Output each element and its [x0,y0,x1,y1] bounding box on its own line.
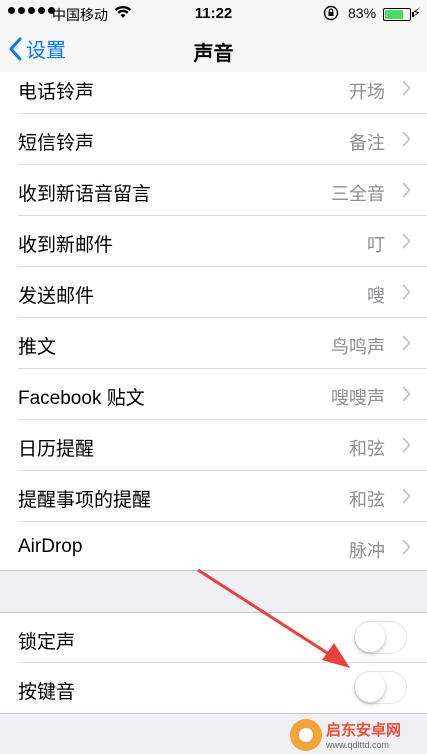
chevron-right-icon [402,284,411,300]
sound-row-value: 备注 [349,133,385,153]
sound-row-label: 电话铃声 [18,82,95,103]
toggle-row-label: 锁定声 [18,632,76,653]
sound-row[interactable]: AirDrop 脉冲 [0,522,427,573]
chevron-right-icon [402,335,411,351]
chevron-right-icon [402,539,411,555]
sound-row[interactable]: 日历提醒 和弦 [0,420,427,471]
sound-row-label: 日历提醒 [18,439,95,460]
toggle-knob [355,622,385,652]
charging-bolt-icon: ⚡ [412,5,422,20]
sound-list: 电话铃声 开场短信铃声 备注收到新语音留言 三全音收到新邮件 叮发送邮件 嗖推文 鸟鸣声 Fa… [0,72,427,571]
sound-row-label: 推文 [18,337,57,358]
sound-row[interactable]: 电话铃声 开场 [0,63,427,114]
chevron-right-icon [402,131,411,147]
chevron-right-icon [402,437,411,453]
sound-row[interactable]: Facebook 贴文 嗖嗖声 [0,369,427,420]
battery-percentage: 83% [348,5,377,21]
sound-row-value: 和弦 [349,439,385,459]
sound-row-label: 提醒事项的提醒 [18,490,152,511]
chevron-right-icon [402,488,411,504]
chevron-right-icon [402,233,411,249]
sound-row-value: 叮 [367,235,385,255]
sound-row-value: 开场 [349,82,385,102]
orientation-lock-icon [323,5,339,24]
sound-row[interactable]: 收到新语音留言 三全音 [0,165,427,216]
watermark-url: www.qdlttd.com [326,740,390,750]
watermark-logo-icon [290,718,322,751]
sound-row-value: 和弦 [349,490,385,510]
toggle-row-label: 按键音 [18,682,76,703]
chevron-right-icon [402,386,411,402]
watermark-name: 启东安卓网 [326,722,402,739]
toggle-knob [355,672,385,702]
status-bar: 中国移动 11:22 83% ⚡ [0,0,427,28]
sound-row-value: 嗖嗖声 [331,388,385,408]
sound-row-value: 三全音 [331,184,385,204]
chevron-right-icon [402,182,411,198]
sound-row-label: 收到新语音留言 [18,184,152,205]
sound-row-label: Facebook 贴文 [18,388,145,409]
sound-row[interactable]: 发送邮件 嗖 [0,267,427,318]
battery-icon [383,8,414,21]
toggle-row: 按键音 [0,663,427,713]
sound-row-label: 发送邮件 [18,286,95,307]
sound-row[interactable]: 推文 鸟鸣声 [0,318,427,369]
sound-row[interactable]: 收到新邮件 叮 [0,216,427,267]
sound-row[interactable]: 短信铃声 备注 [0,114,427,165]
page-title: 声音 [193,43,234,65]
sound-row[interactable]: 提醒事项的提醒 和弦 [0,471,427,522]
toggle-switch[interactable] [354,621,407,654]
sound-row-value: 鸟鸣声 [331,337,385,357]
toggle-row: 锁定声 [0,613,427,663]
sound-row-value: 嗖 [367,286,385,306]
sound-row-label: 短信铃声 [18,133,95,154]
chevron-right-icon [402,80,411,96]
watermark: 启东安卓网 www.qdlttd.com [290,715,427,754]
toggle-list: 锁定声 按键音 [0,612,427,714]
sound-row-label: AirDrop [18,536,83,557]
sound-row-label: 收到新邮件 [18,235,114,256]
toggle-switch[interactable] [354,671,407,704]
sound-row-value: 脉冲 [349,541,385,561]
